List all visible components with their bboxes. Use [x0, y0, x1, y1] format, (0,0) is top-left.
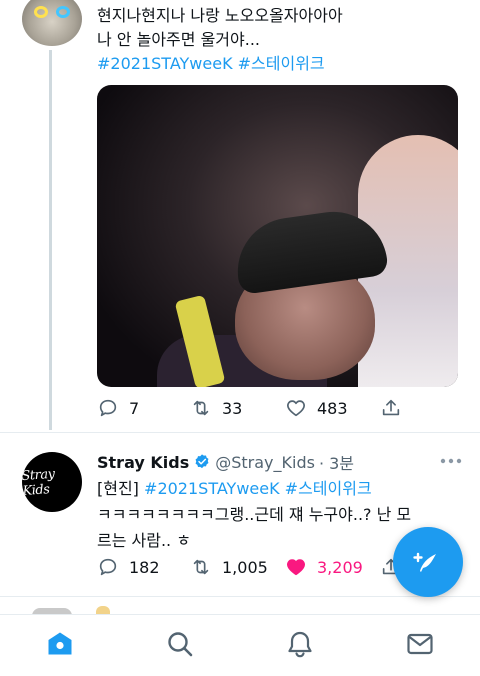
heart-icon — [287, 559, 305, 576]
nav-messages[interactable] — [405, 629, 435, 659]
more-dots-icon[interactable] — [438, 452, 464, 470]
avatar-logo: Stray Kids — [22, 466, 55, 500]
like-count: 483 — [317, 398, 348, 418]
mail-icon — [407, 633, 433, 655]
tweet-divider — [0, 432, 480, 433]
tweet-divider — [0, 596, 480, 597]
retweet-count: 33 — [222, 398, 243, 418]
reply-button[interactable]: 182 — [97, 556, 160, 578]
tweet-line: 현지나현지나 나랑 노오오올자아아아 — [97, 6, 343, 25]
retweet-button[interactable]: 1,005 — [190, 556, 268, 578]
author-handle[interactable]: @Stray_Kids — [215, 453, 315, 472]
retweet-icon — [193, 559, 209, 575]
tweet-header: Stray Kids @Stray_Kids · 3분 — [97, 450, 354, 474]
heart-icon — [287, 400, 305, 417]
reply-count: 7 — [129, 398, 140, 418]
nav-home[interactable] — [45, 629, 75, 659]
home-icon — [48, 632, 72, 655]
hashtag-links[interactable]: #2021STAYweeK #스테이위크 — [97, 52, 467, 76]
like-button[interactable]: 3,209 — [285, 556, 363, 578]
search-icon — [168, 632, 193, 657]
like-count: 3,209 — [317, 557, 363, 577]
like-button[interactable]: 483 — [285, 397, 348, 419]
share-button[interactable] — [380, 397, 402, 419]
retweet-button[interactable]: 33 — [190, 397, 242, 419]
hashtag-links[interactable]: #2021STAYweeK #스테이위크 — [144, 479, 372, 498]
retweet-count: 1,005 — [222, 557, 268, 577]
thread-line — [49, 50, 52, 430]
tweet-photo[interactable] — [97, 85, 458, 387]
verified-badge-icon — [195, 454, 209, 469]
reply-button[interactable]: 7 — [97, 397, 139, 419]
reply-count: 182 — [129, 557, 160, 577]
tweet-text: [현진] #2021STAYweeK #스테이위크 ㅋㅋㅋㅋㅋㅋㅋㅋ그랭..근데… — [97, 476, 412, 554]
reply-icon — [99, 558, 117, 576]
bottom-nav — [0, 614, 480, 676]
avatar[interactable] — [22, 0, 82, 46]
nav-explore[interactable] — [165, 629, 195, 659]
nav-notifications[interactable] — [285, 629, 315, 659]
retweet-icon — [193, 400, 209, 416]
compose-button[interactable] — [393, 527, 463, 597]
tweet-line: 나 안 놀아주면 울거야... — [97, 30, 260, 49]
avatar-glasses — [34, 6, 70, 18]
tweet-prefix: [현진] — [97, 479, 139, 498]
tweet-text: 현지나현지나 나랑 노오오올자아아아 나 안 놀아주면 울거야... #2021… — [97, 4, 467, 76]
compose-quill-icon — [413, 552, 436, 572]
reply-icon — [99, 399, 117, 417]
tweet-line: ㅋㅋㅋㅋㅋㅋㅋㅋ그랭..근데 쟤 누구야..? 난 모 — [97, 505, 412, 524]
share-icon — [382, 399, 400, 416]
tweet-line: 르는 사람.. ㅎ — [97, 531, 191, 550]
bell-icon — [288, 631, 312, 658]
avatar[interactable]: Stray Kids — [22, 452, 82, 512]
tweet-time[interactable]: · 3분 — [319, 450, 354, 474]
author-name[interactable]: Stray Kids — [97, 453, 189, 472]
